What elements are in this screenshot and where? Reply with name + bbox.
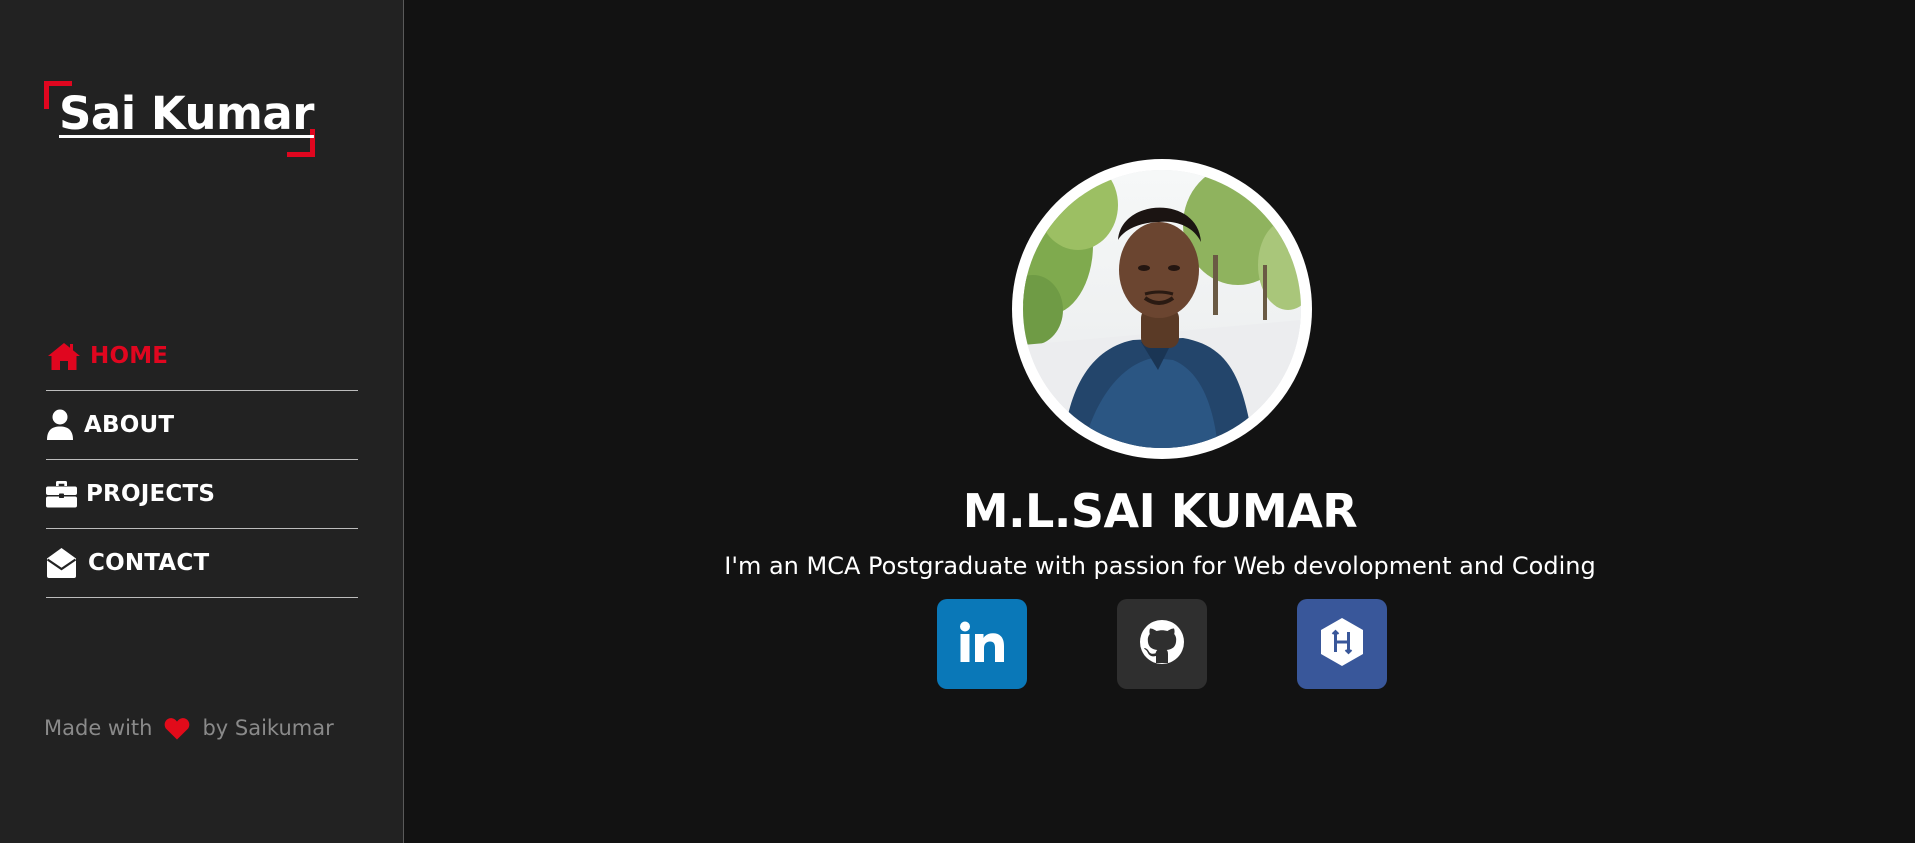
nav-item-about[interactable]: ABOUT	[46, 391, 358, 460]
hero-tagline: I'm an MCA Postgraduate with passion for…	[724, 552, 1596, 580]
sidebar: Sai Kumar HOME ABOUT PROJECTS CONTACT Ma…	[0, 0, 404, 843]
hero-name: M.L.SAI KUMAR	[962, 484, 1358, 538]
logo-text: Sai Kumar	[59, 87, 314, 140]
footer-suffix: by Saikumar	[202, 716, 334, 740]
linkedin-button[interactable]	[937, 599, 1027, 689]
profile-photo	[1023, 170, 1301, 448]
site-logo[interactable]: Sai Kumar	[44, 81, 315, 157]
main-nav: HOME ABOUT PROJECTS CONTACT	[46, 322, 358, 598]
nav-label-contact: CONTACT	[88, 550, 210, 576]
nav-item-home[interactable]: HOME	[46, 322, 358, 391]
home-icon	[46, 339, 82, 373]
hackerrank-icon	[1319, 617, 1365, 671]
briefcase-icon	[46, 477, 78, 511]
envelope-open-icon	[46, 546, 80, 580]
user-icon	[46, 408, 76, 442]
profile-avatar	[1012, 159, 1312, 459]
footer-prefix: Made with	[44, 716, 153, 740]
footer-credit: Made with by Saikumar	[44, 716, 334, 740]
hero-section: M.L.SAI KUMAR I'm an MCA Postgraduate wi…	[405, 0, 1915, 843]
hackerrank-button[interactable]	[1297, 599, 1387, 689]
nav-label-projects: PROJECTS	[86, 481, 216, 507]
linkedin-icon	[959, 621, 1005, 667]
github-icon	[1139, 619, 1185, 669]
social-links	[937, 599, 1387, 689]
heart-icon	[164, 717, 190, 740]
nav-label-home: HOME	[90, 343, 169, 369]
nav-item-contact[interactable]: CONTACT	[46, 529, 358, 598]
github-button[interactable]	[1117, 599, 1207, 689]
nav-item-projects[interactable]: PROJECTS	[46, 460, 358, 529]
nav-label-about: ABOUT	[84, 412, 175, 438]
